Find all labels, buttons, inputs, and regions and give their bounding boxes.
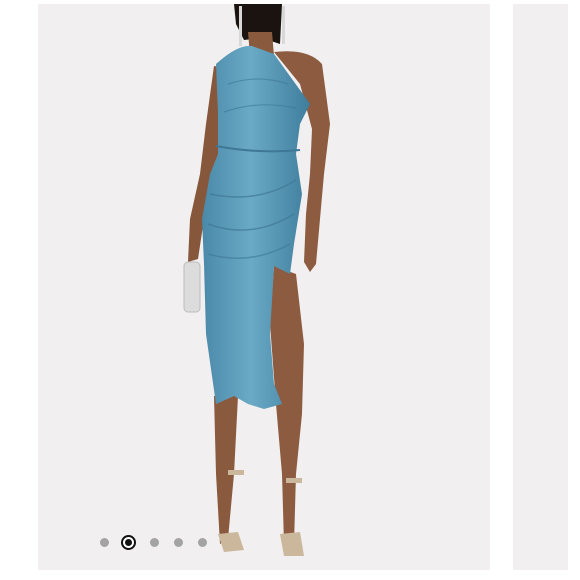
- carousel-dot-4[interactable]: [174, 537, 183, 547]
- carousel-dot-3[interactable]: [150, 537, 159, 547]
- carousel-dot-2-active[interactable]: [121, 534, 136, 550]
- carousel-slide-next-peek[interactable]: [513, 4, 568, 570]
- product-photo: [183, 4, 330, 556]
- carousel-slide-current[interactable]: [38, 4, 490, 570]
- carousel-dot-5[interactable]: [198, 537, 207, 547]
- carousel-pagination: [100, 534, 222, 550]
- image-carousel: [0, 0, 580, 580]
- carousel-dot-1[interactable]: [100, 537, 109, 547]
